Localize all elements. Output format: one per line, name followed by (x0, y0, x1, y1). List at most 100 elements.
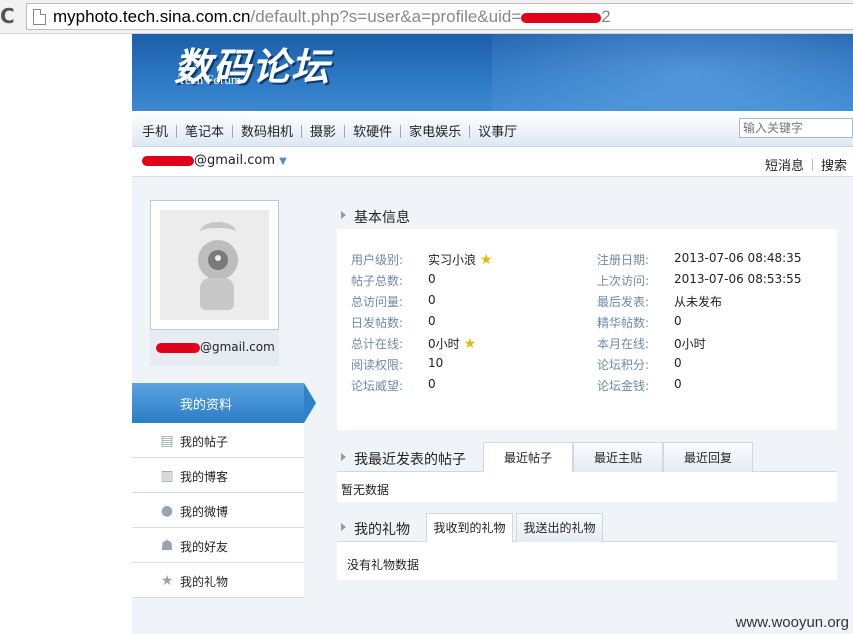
info-value: 实习小浪 ★ (428, 252, 493, 268)
forum-logo-subtitle: Tech Forum (178, 72, 241, 87)
info-value: 从未发布 (674, 295, 723, 309)
info-label: 总访问量: (351, 295, 404, 309)
info-row: 上次访问: 2013-07-06 08:53:55 (597, 272, 827, 290)
reload-icon[interactable]: C (0, 4, 20, 28)
redaction-mark (156, 342, 200, 353)
info-label: 精华帖数: (597, 316, 650, 330)
gifts-bar: 我的礼物 我收到的礼物 我送出的礼物 (337, 512, 837, 543)
info-value: 0 (674, 377, 682, 391)
info-value: 0 (428, 293, 436, 307)
redaction-mark (142, 155, 194, 166)
info-label: 本月在线: (597, 337, 650, 351)
posts-icon: ▤ (160, 433, 174, 449)
nav-item-0[interactable]: 手机 (142, 121, 168, 140)
info-row: 注册日期: 2013-07-06 08:48:35 (597, 251, 827, 269)
info-value: 0 (428, 377, 436, 391)
info-value: 0小时 (674, 337, 706, 351)
browser-address-bar: C myphoto.tech.sina.com.cn/default.php?s… (0, 0, 853, 34)
main-nav: 手机 笔记本 数码相机 摄影 软硬件 家电娱乐 议事厅 (132, 111, 853, 147)
redaction-mark (521, 12, 602, 23)
info-row: 帖子总数: 0 (351, 272, 581, 290)
blog-icon: ▥ (160, 468, 174, 484)
tab-recent-posts[interactable]: 最近帖子 (483, 442, 573, 473)
info-row: 最后发表: 从未发布 (597, 293, 827, 311)
friends-icon: ☗ (160, 538, 174, 554)
url-field[interactable]: myphoto.tech.sina.com.cn/default.php?s=u… (26, 3, 853, 30)
info-value: 0 (674, 314, 682, 328)
info-label: 上次访问: (597, 274, 650, 288)
user-bar: @gmail.com ▼ 短消息 搜索 (132, 147, 853, 177)
info-row: 阅读权限: 10 (351, 356, 581, 374)
nav-item-2[interactable]: 数码相机 (241, 121, 293, 140)
info-row: 本月在线: 0小时 (597, 335, 827, 353)
sidebar-item-gifts[interactable]: ★ 我的礼物 (132, 563, 304, 598)
recent-posts-bar: 我最近发表的帖子 最近帖子 最近主贴 最近回复 (337, 441, 837, 473)
basic-info-panel: 用户级别: 实习小浪 ★ 帖子总数: 0 总访问量: 0 日发帖数: 0 总计在线: 0小时 ★ 阅读权… (337, 229, 837, 430)
info-value: 0 (428, 272, 436, 286)
tab-received-gifts[interactable]: 我收到的礼物 (426, 513, 513, 543)
info-label: 用户级别: (351, 253, 404, 267)
info-row: 用户级别: 实习小浪 ★ (351, 251, 581, 269)
info-label: 论坛金钱: (597, 379, 650, 393)
watermark: www.wooyun.org (735, 614, 849, 631)
nav-item-4[interactable]: 软硬件 (353, 121, 392, 140)
info-row: 论坛金钱: 0 (597, 377, 827, 395)
nav-item-5[interactable]: 家电娱乐 (409, 121, 461, 140)
gifts-empty-text: 没有礼物数据 (347, 558, 420, 572)
page-icon (33, 9, 46, 25)
default-avatar-image (160, 210, 269, 320)
sidebar-item-weibo[interactable]: ● 我的微博 (132, 493, 304, 528)
avatar-email: @gmail.com (156, 340, 275, 354)
avatar[interactable] (150, 200, 279, 330)
search-input[interactable] (739, 118, 853, 138)
recent-posts-heading: 我最近发表的帖子 (337, 445, 487, 471)
info-label: 论坛积分: (597, 358, 650, 372)
info-value: 2013-07-06 08:53:55 (674, 272, 802, 286)
rank-star-icon: ★ (480, 252, 493, 268)
basic-info-heading: 基本信息 (337, 203, 637, 229)
info-value: 0 (428, 314, 436, 328)
tab-recent-replies[interactable]: 最近回复 (663, 442, 753, 472)
info-value: 2013-07-06 08:48:35 (674, 251, 802, 265)
info-label: 日发帖数: (351, 316, 404, 330)
info-value: 0 (674, 356, 682, 370)
sidebar-item-posts[interactable]: ▤ 我的帖子 (132, 423, 304, 458)
url-text: myphoto.tech.sina.com.cn/default.php?s=u… (53, 7, 611, 26)
sidebar-item-profile[interactable]: 我的资料 (132, 383, 316, 423)
info-label: 总计在线: (351, 337, 404, 351)
gifts-heading: 我的礼物 (337, 515, 427, 541)
weibo-icon: ● (160, 503, 174, 519)
info-label: 注册日期: (597, 253, 650, 267)
user-email-menu[interactable]: @gmail.com ▼ (142, 153, 287, 168)
tab-recent-topics[interactable]: 最近主贴 (573, 442, 663, 472)
search-link[interactable]: 搜索 (821, 159, 847, 174)
gift-star-icon: ★ (160, 573, 174, 589)
nav-item-3[interactable]: 摄影 (310, 121, 336, 140)
info-row: 总计在线: 0小时 ★ (351, 335, 581, 353)
forum-banner: 数码论坛 Tech Forum (132, 34, 853, 111)
user-links: 短消息 搜索 (765, 155, 847, 174)
info-row: 论坛威望: 0 (351, 377, 581, 395)
info-value: 10 (428, 356, 444, 370)
nav-items: 手机 笔记本 数码相机 摄影 软硬件 家电娱乐 议事厅 (142, 121, 517, 140)
avatar-panel: @gmail.com (150, 200, 279, 366)
nav-item-1[interactable]: 笔记本 (185, 121, 224, 140)
nav-item-6[interactable]: 议事厅 (478, 121, 517, 140)
tab-sent-gifts[interactable]: 我送出的礼物 (516, 513, 603, 542)
info-row: 精华帖数: 0 (597, 314, 827, 332)
rank-star-icon: ★ (463, 336, 477, 352)
recent-posts-panel: 暂无数据 (337, 472, 837, 502)
info-row: 日发帖数: 0 (351, 314, 581, 332)
info-label: 阅读权限: (351, 358, 404, 372)
chevron-down-icon: ▼ (279, 156, 287, 167)
info-label: 论坛威望: (351, 379, 404, 393)
sidebar-item-blog[interactable]: ▥ 我的博客 (132, 458, 304, 493)
info-row: 论坛积分: 0 (597, 356, 827, 374)
sidebar-menu: ▤ 我的帖子 ▥ 我的博客 ● 我的微博 ☗ 我的好友 ★ 我的礼物 (132, 423, 304, 598)
sidebar-item-friends[interactable]: ☗ 我的好友 (132, 528, 304, 563)
info-label: 最后发表: (597, 295, 650, 309)
messages-link[interactable]: 短消息 (765, 159, 804, 174)
info-value: 0小时 ★ (428, 336, 477, 352)
info-label: 帖子总数: (351, 274, 404, 288)
info-row: 总访问量: 0 (351, 293, 581, 311)
